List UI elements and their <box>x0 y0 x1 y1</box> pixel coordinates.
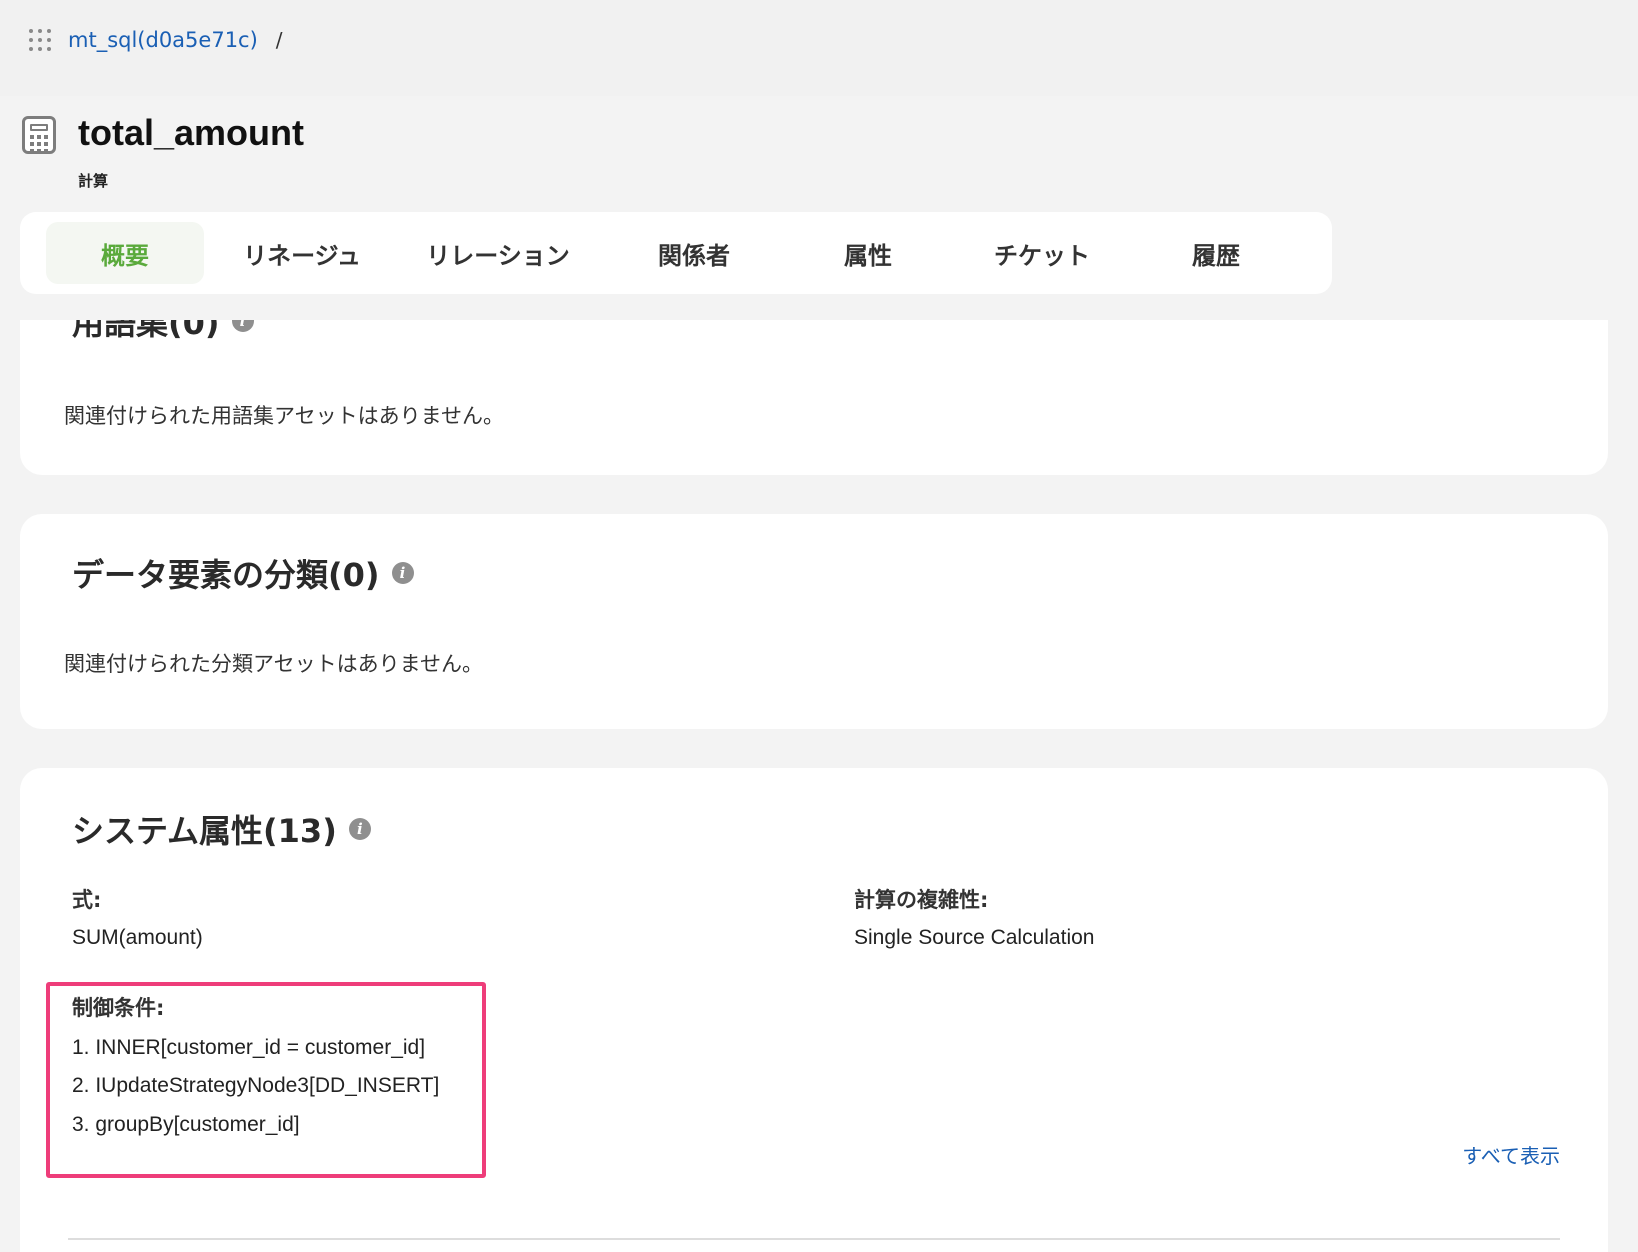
tab-lineage[interactable]: リネージュ <box>204 222 400 284</box>
content-scroll-region[interactable]: 用語集(0) i 関連付けられた用語集アセットはありません。 データ要素の分類(… <box>0 320 1638 1252</box>
tab-stakeholders[interactable]: 関係者 <box>596 222 792 284</box>
classification-card: データ要素の分類(0) i 関連付けられた分類アセットはありません。 <box>20 514 1608 729</box>
glossary-card: 用語集(0) i 関連付けられた用語集アセットはありません。 <box>20 320 1608 475</box>
breadcrumb-link-parent[interactable]: mt_sql(d0a5e71c) <box>68 28 258 52</box>
system-attributes-title-text: システム属性(13) <box>72 812 337 850</box>
tab-bar: 概要 リネージュ リレーション 関係者 属性 チケット 履歴 <box>20 212 1332 294</box>
apps-grid-icon[interactable] <box>28 28 52 52</box>
system-attributes-card: システム属性(13) i 式: SUM(amount) 計算の複雑性: Sing… <box>20 768 1608 1252</box>
complexity-label: 計算の複雑性: <box>854 888 989 912</box>
classification-title: データ要素の分類(0) i <box>72 550 414 596</box>
tab-tickets[interactable]: チケット <box>944 222 1140 284</box>
info-icon[interactable]: i <box>391 562 414 584</box>
tab-attributes[interactable]: 属性 <box>792 222 944 284</box>
tab-overview[interactable]: 概要 <box>46 222 204 284</box>
control-conditions-label: 制御条件: <box>72 996 165 1020</box>
classification-empty-message: 関連付けられた分類アセットはありません。 <box>64 652 483 676</box>
breadcrumb-separator: / <box>275 28 283 52</box>
condition-item: 3. groupBy[customer_id] <box>72 1113 300 1136</box>
tab-history[interactable]: 履歴 <box>1140 222 1292 284</box>
page-title: total_amount <box>78 112 305 153</box>
info-icon[interactable]: i <box>231 320 254 332</box>
complexity-value: Single Source Calculation <box>854 926 1095 949</box>
asset-type-label: 計算 <box>78 172 109 190</box>
tab-relations[interactable]: リレーション <box>400 222 596 284</box>
divider <box>68 1238 1560 1240</box>
condition-item: 1. INNER[customer_id = customer_id] <box>72 1036 426 1059</box>
calculator-icon <box>22 116 56 154</box>
breadcrumb: mt_sql(d0a5e71c) / <box>28 22 283 58</box>
system-attributes-title: システム属性(13) i <box>72 806 371 852</box>
info-icon[interactable]: i <box>348 818 371 840</box>
expression-label: 式: <box>72 888 102 912</box>
glossary-title-text: 用語集(0) <box>72 320 220 342</box>
page: mt_sql(d0a5e71c) / total_amount 計算 概要 リネ… <box>0 0 1638 1252</box>
classification-title-text: データ要素の分類(0) <box>72 556 380 594</box>
condition-item: 2. IUpdateStrategyNode3[DD_INSERT] <box>72 1074 440 1097</box>
show-all-link[interactable]: すべて表示 <box>1462 1140 1560 1169</box>
glossary-title: 用語集(0) i <box>72 320 254 344</box>
glossary-empty-message: 関連付けられた用語集アセットはありません。 <box>64 404 504 428</box>
expression-value: SUM(amount) <box>72 926 203 949</box>
